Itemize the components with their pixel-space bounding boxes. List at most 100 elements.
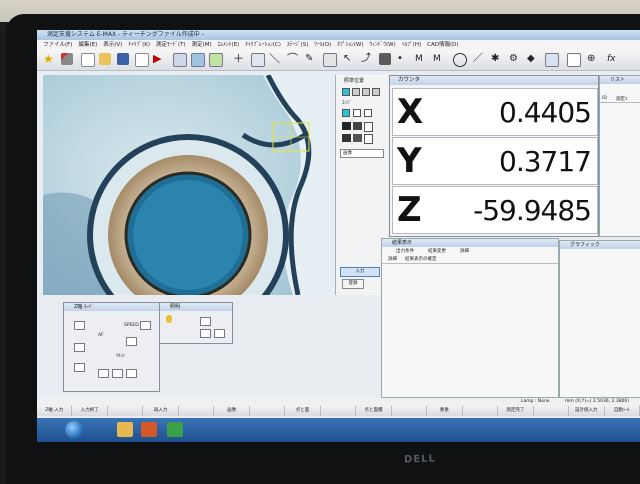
pointer-icon[interactable]: ↖ xyxy=(343,53,355,65)
media-player-icon[interactable] xyxy=(141,422,157,437)
list-col-measure[interactable]: 測定ｺ xyxy=(616,96,627,102)
fkey-1[interactable]: Z軸 入力 xyxy=(37,406,73,416)
input-button[interactable]: 入力 xyxy=(340,267,380,277)
cluster-icon[interactable]: ✱ xyxy=(491,53,503,65)
tool-pick-icon[interactable] xyxy=(342,122,351,130)
document-icon[interactable] xyxy=(135,53,149,67)
menu-file[interactable]: ファイル(F) xyxy=(43,40,72,50)
z-button-1[interactable] xyxy=(74,321,85,330)
z-button-7[interactable] xyxy=(126,369,137,378)
target-cross-icon[interactable]: ⊕ xyxy=(587,53,599,65)
fkey-6[interactable]: 画像 xyxy=(214,406,250,416)
register-button[interactable]: 登録 xyxy=(342,279,364,289)
menu-stage[interactable]: ｽﾃｰｼﾞ(S) xyxy=(287,40,309,50)
light-button-2[interactable] xyxy=(200,329,211,338)
app-icon[interactable] xyxy=(167,422,183,437)
z-button-2[interactable] xyxy=(74,343,85,352)
tab-result-change[interactable]: 結果変更 xyxy=(428,248,446,254)
diamond-icon[interactable]: ◆ xyxy=(527,53,539,65)
menu-edit[interactable]: 編集(E) xyxy=(78,40,97,50)
gray-swatch-2[interactable] xyxy=(362,88,370,96)
tab-output-conditions[interactable]: 出力条件 xyxy=(396,248,414,254)
grid-icon[interactable] xyxy=(173,53,187,67)
menu-view[interactable]: 表示(V) xyxy=(103,40,122,50)
gray-swatch-1[interactable] xyxy=(352,88,360,96)
fkey-5[interactable] xyxy=(179,406,215,416)
box-icon[interactable] xyxy=(323,53,337,67)
plus-icon[interactable]: ＋ xyxy=(233,53,245,65)
fkey-15[interactable] xyxy=(534,406,570,416)
camera-view[interactable] xyxy=(43,75,334,295)
fkey-17[interactable]: 自動ｼｰﾙ xyxy=(605,406,640,416)
fkey-8[interactable]: 点と面 xyxy=(285,406,321,416)
subtab-details[interactable]: 詳細 xyxy=(388,256,397,262)
menu-calibration[interactable]: ｷｬﾘﾌﾞﾚｰｼｮﾝ(C) xyxy=(245,40,281,50)
tool-edge-icon[interactable] xyxy=(353,134,362,142)
fkey-11[interactable] xyxy=(392,406,428,416)
curve-icon[interactable]: ⌒ xyxy=(287,53,299,65)
menu-tools[interactable]: ﾂｰﾙ(O) xyxy=(314,40,331,50)
dot-icon[interactable]: • xyxy=(397,53,409,65)
layers-icon[interactable] xyxy=(545,53,559,67)
fkey-13[interactable] xyxy=(463,406,499,416)
slash-icon[interactable]: ／ xyxy=(473,53,485,65)
light-button-3[interactable] xyxy=(214,329,225,338)
fkey-7[interactable] xyxy=(250,406,286,416)
save-icon[interactable] xyxy=(117,53,129,65)
play-icon[interactable]: ▶ xyxy=(153,53,165,65)
target-icon[interactable] xyxy=(209,53,223,67)
subtab-confirm[interactable]: 結果表示の確定 xyxy=(405,256,437,262)
tool-rotate-icon[interactable] xyxy=(353,122,362,130)
fkey-9[interactable] xyxy=(321,406,357,416)
menu-element[interactable]: ｴﾚﾒﾝﾄ(E) xyxy=(218,40,240,50)
tab-details[interactable]: 詳細 xyxy=(460,248,469,254)
z-button-6[interactable] xyxy=(112,369,123,378)
menu-measure[interactable]: 測定(M) xyxy=(192,40,212,50)
list-col-id[interactable]: ID xyxy=(600,96,616,102)
option-box-1[interactable] xyxy=(342,109,350,117)
light-button-1[interactable] xyxy=(200,317,211,326)
option-box-3[interactable] xyxy=(364,109,372,117)
max-icon[interactable]: M xyxy=(415,53,427,65)
fkey-2[interactable]: 入力終了 xyxy=(72,406,108,416)
menu-window[interactable]: ｳｨﾝﾄﾞｳ(W) xyxy=(370,40,396,50)
menu-calib[interactable]: ｷｬﾘﾌﾞ(K) xyxy=(128,40,150,50)
open-folder-icon[interactable] xyxy=(99,53,111,65)
function-icon[interactable]: fx xyxy=(607,53,619,65)
star-icon[interactable]: ★ xyxy=(43,53,55,65)
camera-icon[interactable] xyxy=(379,53,391,65)
menu-mode[interactable]: 測定ﾓｰﾄﾞ(T) xyxy=(156,40,186,50)
fkey-14[interactable]: 測定完了 xyxy=(498,406,534,416)
tool-corner-icon[interactable] xyxy=(364,122,373,132)
tool-edge2-icon[interactable] xyxy=(364,134,373,144)
menu-options[interactable]: ｵﾌﾟｼｮﾝ(W) xyxy=(337,40,363,50)
window-icon[interactable] xyxy=(251,53,265,67)
fkey-16[interactable]: 設計値入力 xyxy=(569,406,605,416)
menu-cad[interactable]: CAD情報(D) xyxy=(427,40,458,50)
cyan-swatch[interactable] xyxy=(342,88,350,96)
fkey-4[interactable]: 再入力 xyxy=(143,406,179,416)
fkey-12[interactable]: 要素 xyxy=(427,406,463,416)
z-button-4[interactable] xyxy=(140,321,151,330)
new-file-icon[interactable] xyxy=(81,53,95,67)
tool-hand-icon[interactable] xyxy=(342,134,351,142)
image-select[interactable]: 画像 xyxy=(340,149,384,158)
pencil-icon[interactable]: ✎ xyxy=(305,53,317,65)
explorer-icon[interactable] xyxy=(117,422,133,437)
image-icon[interactable] xyxy=(191,53,205,67)
path-icon[interactable]: ⤴ xyxy=(361,53,373,65)
z-button-5[interactable] xyxy=(126,337,137,346)
fkey-10[interactable]: 点と面積 xyxy=(356,406,392,416)
gray-swatch-3[interactable] xyxy=(372,88,380,96)
table-icon[interactable] xyxy=(567,53,581,67)
option-box-2[interactable] xyxy=(353,109,361,117)
start-button-icon[interactable] xyxy=(65,421,83,439)
wand-icon[interactable] xyxy=(61,53,73,65)
gear-icon[interactable]: ⚙ xyxy=(509,53,521,65)
line-icon[interactable]: ＼ xyxy=(269,53,281,65)
menu-help[interactable]: ﾍﾙﾌﾟ(H) xyxy=(402,40,421,50)
fkey-3[interactable] xyxy=(108,406,144,416)
z-button-8[interactable] xyxy=(98,369,109,378)
min-icon[interactable]: M xyxy=(433,53,445,65)
circle-icon[interactable] xyxy=(453,53,467,67)
